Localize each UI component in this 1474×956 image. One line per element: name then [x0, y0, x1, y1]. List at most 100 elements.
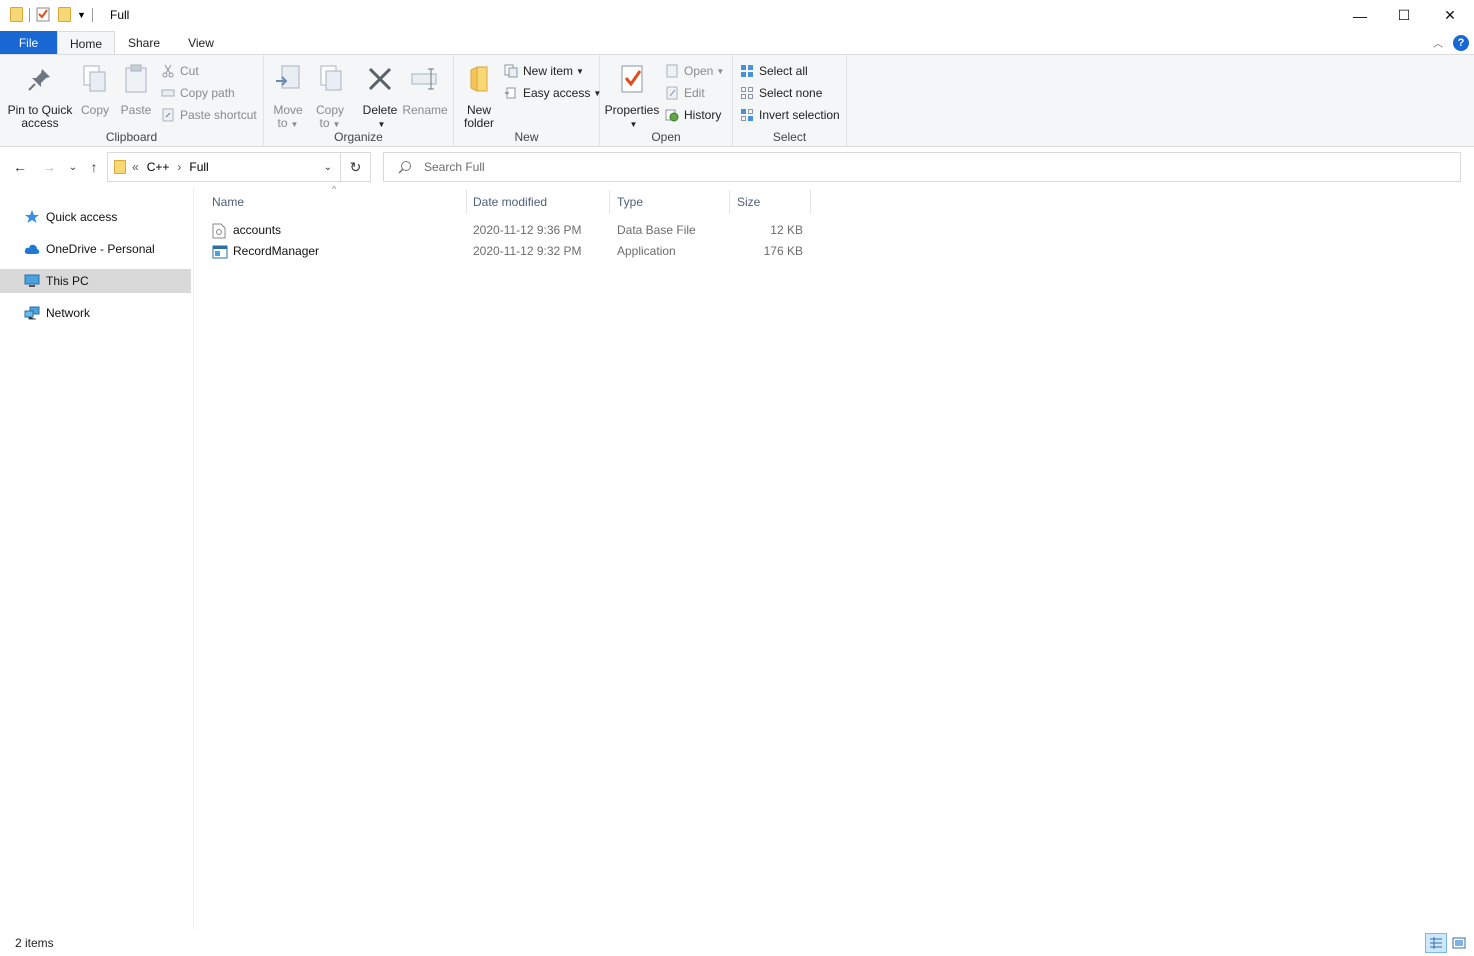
paste-shortcut-label: Paste shortcut	[180, 108, 257, 122]
nav-item-quick-access[interactable]: Quick access	[0, 205, 191, 229]
nav-item-this-pc[interactable]: This PC	[0, 269, 191, 293]
large-icons-view-icon[interactable]	[1448, 933, 1470, 953]
refresh-icon[interactable]: ↻	[340, 152, 371, 182]
rename-icon	[411, 68, 437, 90]
tab-home[interactable]: Home	[57, 31, 115, 55]
close-button[interactable]: ✕	[1427, 0, 1473, 31]
new-folder-button[interactable]: New folder	[460, 59, 498, 130]
folder-icon	[114, 160, 126, 174]
rename-label: Rename	[402, 103, 448, 117]
cut-label: Cut	[180, 64, 199, 78]
breadcrumb-full[interactable]: Full	[189, 160, 208, 174]
paste-button[interactable]: Paste	[118, 59, 154, 117]
breadcrumb-separator-icon[interactable]: ›	[177, 160, 181, 174]
tab-share[interactable]: Share	[115, 31, 173, 55]
select-group: Select all Select none Invert selection …	[733, 55, 847, 147]
paste-shortcut-button[interactable]: Paste shortcut	[161, 105, 257, 125]
copy-button[interactable]: Copy	[78, 59, 112, 117]
address-dropdown-icon[interactable]: ⌄	[324, 162, 332, 173]
copy-path-label: Copy path	[180, 86, 235, 100]
delete-button[interactable]: Delete ▼	[360, 59, 400, 131]
copy-to-button[interactable]: Copy to ▼	[312, 59, 348, 131]
nav-item-network[interactable]: Network	[0, 301, 191, 325]
open-group: Properties ▼ Open ▼ Edit History Open	[600, 55, 733, 147]
title-bar: ▼ Full — ☐ ✕	[0, 0, 1474, 31]
file-row[interactable]: RecordManager 2020-11-12 9:32 PM Applica…	[208, 241, 810, 262]
properties-icon	[621, 65, 643, 93]
new-group: New folder New item ▼ Easy access ▼ New	[454, 55, 601, 147]
customize-dropdown-icon[interactable]: ▼	[77, 10, 86, 20]
overflow-chevron-icon[interactable]: «	[132, 160, 139, 174]
column-header-name[interactable]: Name	[205, 190, 467, 214]
new-item-icon	[504, 64, 518, 78]
search-input[interactable]: Search Full	[383, 152, 1461, 182]
pin-icon	[28, 69, 50, 91]
easy-access-button[interactable]: Easy access ▼	[504, 83, 601, 103]
address-bar[interactable]: « C++ › Full ⌄	[107, 152, 341, 182]
file-date: 2020-11-12 9:36 PM	[473, 223, 582, 237]
file-row[interactable]: accounts 2020-11-12 9:36 PM Data Base Fi…	[208, 220, 810, 241]
history-button[interactable]: History	[665, 105, 721, 125]
new-folder-icon[interactable]	[58, 7, 71, 22]
minimize-button[interactable]: —	[1337, 0, 1383, 31]
new-item-label: New item	[523, 64, 574, 78]
maximize-button[interactable]: ☐	[1381, 0, 1427, 31]
details-view-icon[interactable]	[1425, 933, 1447, 953]
edit-label: Edit	[684, 86, 705, 100]
file-type: Data Base File	[617, 223, 696, 237]
edit-button[interactable]: Edit	[665, 83, 705, 103]
new-item-button[interactable]: New item ▼	[504, 61, 584, 81]
history-label: History	[684, 108, 722, 122]
open-label: Open	[684, 64, 714, 78]
properties-button[interactable]: Properties ▼	[604, 59, 660, 131]
pin-to-quick-access-button[interactable]: Pin to Quick access	[5, 59, 75, 130]
copy-to-label-2: to	[319, 116, 330, 130]
nav-label: Network	[46, 306, 91, 320]
database-file-icon	[212, 223, 226, 238]
cut-button[interactable]: Cut	[161, 61, 199, 81]
file-size: 12 KB	[770, 223, 803, 237]
delete-label: Delete	[362, 103, 398, 117]
nav-item-onedrive[interactable]: OneDrive - Personal	[0, 237, 191, 261]
back-arrow-icon[interactable]: ←	[10, 157, 30, 177]
column-header-type[interactable]: Type	[610, 190, 730, 214]
file-name-cell: accounts	[212, 220, 462, 241]
ribbon: Pin to Quick access Copy Paste Cut Copy …	[0, 54, 1474, 147]
recent-locations-chevron-icon[interactable]: ⌄	[63, 157, 83, 177]
column-header-size[interactable]: Size	[730, 190, 811, 214]
tab-file[interactable]: File	[0, 31, 57, 55]
cloud-icon	[24, 241, 40, 257]
forward-arrow-icon[interactable]: →	[39, 157, 59, 177]
breadcrumb-cpp[interactable]: C++	[147, 160, 170, 174]
file-name: RecordManager	[233, 244, 320, 258]
rename-button[interactable]: Rename	[402, 59, 448, 117]
nav-label: Quick access	[46, 210, 118, 224]
tab-view[interactable]: View	[173, 31, 229, 55]
properties-check-icon[interactable]	[36, 7, 50, 22]
dropdown-arrow-icon: ▼	[716, 66, 725, 76]
dropdown-arrow-icon: ▼	[332, 120, 341, 129]
column-header-date-modified[interactable]: Date modified	[466, 190, 610, 214]
move-to-button[interactable]: Move to ▼	[270, 59, 306, 131]
help-icon[interactable]: ?	[1453, 35, 1469, 51]
copy-path-icon	[161, 89, 175, 97]
dropdown-arrow-icon: ▼	[377, 120, 386, 129]
paste-shortcut-icon	[162, 108, 174, 122]
properties-label: Properties	[604, 103, 660, 117]
invert-selection-button[interactable]: Invert selection	[740, 105, 840, 125]
organize-group: Move to ▼ Copy to ▼ Delete ▼ Rename Organi…	[264, 55, 454, 147]
collapse-ribbon-icon[interactable]: ︿	[1433, 35, 1443, 50]
history-icon	[665, 109, 679, 122]
up-arrow-icon[interactable]: ↑	[84, 157, 104, 177]
open-button[interactable]: Open ▼	[665, 61, 724, 81]
folder-icon[interactable]	[10, 7, 23, 22]
quick-access-toolbar: ▼	[10, 7, 99, 22]
clipboard-group-label: Clipboard	[105, 130, 158, 144]
select-all-button[interactable]: Select all	[740, 61, 808, 81]
copy-path-button[interactable]: Copy path	[161, 83, 235, 103]
select-none-button[interactable]: Select none	[740, 83, 822, 103]
new-folder-label-2: folder	[463, 116, 495, 130]
dropdown-arrow-icon: ▼	[629, 120, 638, 129]
navigation-pane: Quick access OneDrive - Personal This PC…	[0, 187, 194, 930]
move-to-label-1: Move	[273, 103, 303, 117]
